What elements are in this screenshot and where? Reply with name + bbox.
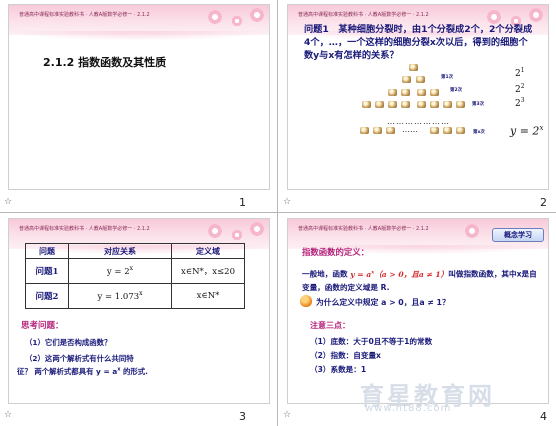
cell-icon: [388, 89, 397, 96]
cell-icon: [375, 101, 384, 108]
think-line: （2）这两个解析式有什么共同特: [25, 354, 134, 363]
slide-transition-icon[interactable]: ☆: [283, 410, 291, 420]
cell-icon: [456, 101, 465, 108]
slide-transition-icon[interactable]: ☆: [283, 197, 291, 207]
cell-icon: [401, 89, 410, 96]
relation-cell: y = 2x: [68, 258, 172, 284]
cell-icon: [386, 127, 395, 134]
table-header: 定义域: [171, 243, 245, 259]
slide-title: 2.1.2 指数函数及其性质: [43, 56, 167, 69]
think-title: 思考问题：: [21, 321, 64, 331]
note-title: 注意三点：: [310, 321, 350, 330]
cell-icon: [360, 127, 369, 134]
row-label: 问题2: [25, 283, 69, 309]
slide-thumbnail-3[interactable]: 普通高中课程标准实验教科书 · 人教A版数学必修一 · 2.1.2 问题 对应关…: [8, 218, 270, 404]
cell-icon: [417, 101, 426, 108]
flower-icon: [464, 223, 480, 239]
slide-thumbnail-1[interactable]: 普通高中课程标准实验教科书 · 人教A版数学必修一 · 2.1.2 2.1.2 …: [8, 4, 270, 190]
horizontal-divider: [0, 212, 556, 213]
formula: y = 2x: [510, 124, 544, 138]
row-label: 问题1: [25, 258, 69, 284]
cell-icon: [401, 101, 410, 108]
slide-transition-icon[interactable]: ☆: [4, 197, 12, 207]
cell-icon: [456, 127, 465, 134]
table-header: 问题: [25, 243, 69, 259]
note-item: （1）底数：大于0且不等于1的常数: [310, 337, 433, 346]
slide-thumbnail-2[interactable]: 普通高中课程标准实验教科书 · 人教A版数学必修一 · 2.1.2 问题1 某种…: [287, 4, 549, 190]
domain-cell: x∈N*: [171, 283, 245, 309]
cell-icon: [443, 101, 452, 108]
cell-icon: [430, 127, 439, 134]
division-count-label: 第3次: [472, 102, 485, 107]
banner-text: 普通高中课程标准实验教科书 · 人教A版数学必修一 · 2.1.2: [19, 12, 150, 18]
power-label: 22: [515, 83, 525, 95]
cell-division-diagram: [288, 5, 548, 189]
division-count-label: 第x次: [473, 130, 485, 135]
cell-icon: [416, 76, 425, 83]
table-header-row: 问题 对应关系 定义域: [25, 243, 245, 259]
flower-icon: [231, 229, 243, 241]
division-count-label: 第2次: [450, 88, 463, 93]
slide-number: 3: [239, 410, 246, 423]
watermark-url: www.ht88.com: [365, 403, 452, 414]
note-item: （2）指数：自变量x: [310, 351, 381, 360]
table-header: 对应关系: [68, 243, 172, 259]
slide-number: 4: [540, 410, 547, 423]
banner-text: 普通高中课程标准实验教科书 · 人教A版数学必修一 · 2.1.2: [298, 226, 429, 232]
cell-icon: [430, 101, 439, 108]
concept-learning-button[interactable]: 概念学习: [492, 228, 544, 242]
flower-icon: [249, 221, 265, 237]
ellipsis: ……: [402, 125, 418, 134]
cell-icon: [402, 76, 411, 83]
cell-icon: [388, 101, 397, 108]
cell-icon: [443, 127, 452, 134]
why-question: 为什么定义中规定 a > 0，且a ≠ 1？: [316, 298, 450, 307]
table-row: 问题1 y = 2x x∈N*，x≤20: [25, 258, 245, 284]
definition-text: 一般地，函数 y = ax（a > 0，且a ≠ 1）叫做指数函数，其中x是自变…: [302, 269, 537, 292]
continuation-dots: …………………: [387, 117, 450, 126]
relation-cell: y = 1.073x: [68, 283, 172, 309]
cell-icon: [362, 101, 371, 108]
power-label: 23: [515, 97, 525, 109]
table-row: 问题2 y = 1.073x x∈N*: [25, 283, 245, 309]
domain-cell: x∈N*，x≤20: [171, 258, 245, 284]
flower-icon: [207, 9, 223, 25]
slide-transition-icon[interactable]: ☆: [4, 410, 12, 420]
banner-text: 普通高中课程标准实验教科书 · 人教A版数学必修一 · 2.1.2: [19, 226, 150, 232]
comparison-table: 问题 对应关系 定义域 问题1 y = 2x x∈N*，x≤20 问题2 y =…: [25, 243, 245, 309]
power-label: 21: [515, 67, 525, 79]
think-line: （1）它们是否构成函数？: [25, 338, 112, 347]
flower-icon: [249, 7, 265, 23]
note-item: （3）系数是：1: [310, 365, 367, 374]
slide-banner: 普通高中课程标准实验教科书 · 人教A版数学必修一 · 2.1.2: [9, 5, 269, 41]
division-count-label: 第1次: [441, 75, 454, 80]
question-icon: [300, 295, 312, 307]
definition-title: 指数函数的定义：: [302, 247, 369, 257]
think-line: 征？ 两个解析式都具有 y = ax 的形式.: [17, 366, 148, 376]
cell-icon: [373, 127, 382, 134]
cell-icon: [430, 89, 439, 96]
vertical-divider: [277, 0, 278, 426]
cell-icon: [417, 89, 426, 96]
definition-formula: y = ax（a > 0，且a ≠ 1）: [350, 269, 449, 279]
flower-icon: [207, 223, 223, 239]
slide-number: 2: [540, 196, 547, 209]
slide-number: 1: [239, 196, 246, 209]
flower-icon: [231, 15, 243, 27]
cell-icon: [409, 64, 418, 71]
